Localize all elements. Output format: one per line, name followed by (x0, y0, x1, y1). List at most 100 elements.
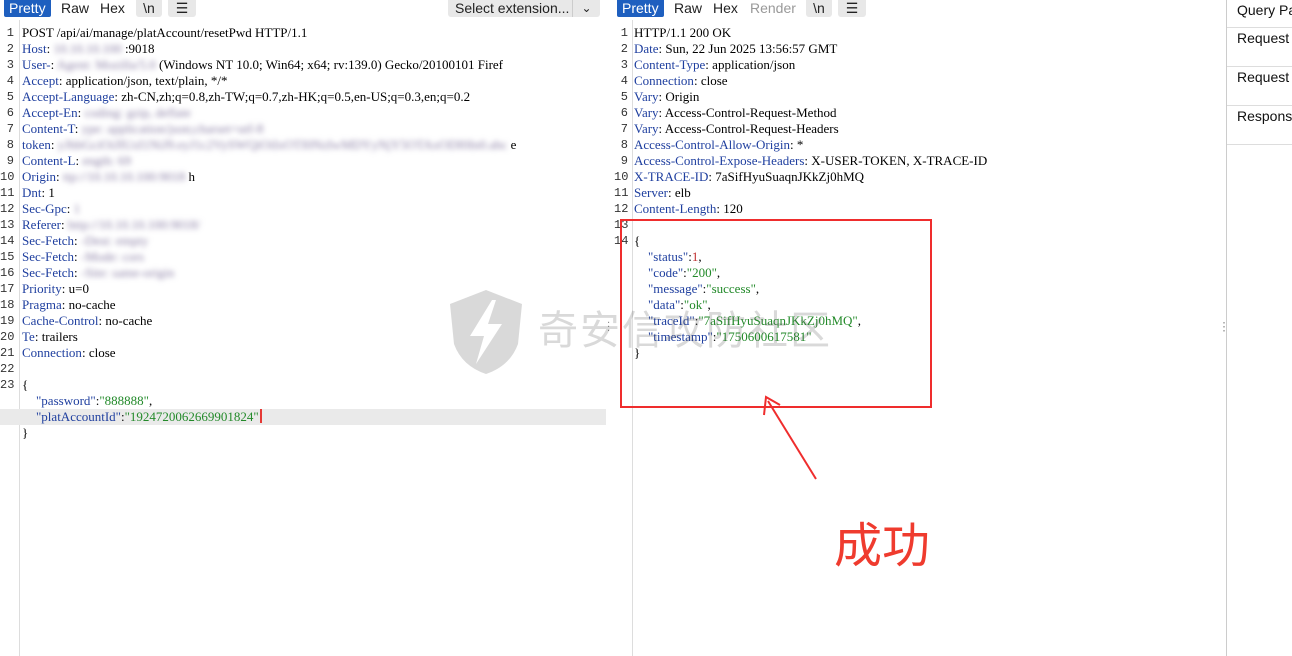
header-value: application/json (712, 57, 796, 72)
line-content: Te: trailers (22, 329, 78, 344)
code-line: 11 Server: elb (614, 185, 1220, 201)
request-tab-hex[interactable]: Hex (95, 0, 130, 17)
line-content: Sec-Fetch: -Mode: cors (22, 249, 145, 264)
request-newline-toggle[interactable]: \n (136, 0, 162, 17)
header-name: Referer (22, 217, 61, 232)
code-line: 16 Sec-Fetch: -Site: same-origin (0, 265, 606, 281)
header-name: Connection (22, 345, 82, 360)
header-name: Content-T (22, 121, 75, 136)
response-tab-raw[interactable]: Raw (669, 0, 707, 17)
header-name: Content-Length (634, 201, 717, 216)
code-line: 9 Content-L: ength: 69 (0, 153, 606, 169)
code-line: 21 Connection: close (0, 345, 606, 361)
request-toolbar: Pretty Raw Hex \n ☰ Select extension... … (0, 0, 606, 18)
line-number: 12 (614, 202, 629, 216)
header-name: Access-Control-Allow-Origin (634, 137, 790, 152)
header-name: Content-L (22, 153, 76, 168)
line-number: 5 (620, 90, 628, 104)
header-value: Access-Control-Request-Headers (664, 121, 839, 136)
header-value: elb (674, 185, 691, 200)
header-name: Sec-Fetch (22, 265, 74, 280)
response-toolbar: Pretty Raw Hex Render \n ☰ (614, 0, 1220, 18)
line-number: 7 (620, 122, 628, 136)
request-pane: Pretty Raw Hex \n ☰ Select extension... … (0, 0, 606, 656)
code-line: 19 Cache-Control: no-cache (0, 313, 606, 329)
line-content: Pragma: no-cache (22, 297, 116, 312)
response-tab-pretty[interactable]: Pretty (617, 0, 664, 17)
header-name: X-TRACE-ID (634, 169, 709, 184)
line-content: Sec-Gpc: 1 (22, 201, 81, 216)
line-content: Access-Control-Allow-Origin: * (634, 137, 804, 152)
request-menu-button[interactable]: ☰ (168, 0, 196, 17)
header-name: Vary (634, 121, 659, 136)
json-close-brace: } (22, 425, 29, 440)
header-value: 7aSifHyuSuaqnJKkZj0hMQ (715, 169, 865, 184)
line-number: 10 (614, 170, 629, 184)
request-editor[interactable]: 1 POST /api/ai/manage/platAccount/resetPw… (0, 25, 606, 441)
response-newline-toggle[interactable]: \n (806, 0, 832, 17)
code-line: 7 Content-T: ype: application/json;charse… (0, 121, 606, 137)
line-content: Connection: close (634, 73, 728, 88)
select-extension-dropdown[interactable]: Select extension... ⌄ (448, 0, 600, 17)
line-number: 13 (0, 218, 15, 232)
header-value: close (700, 73, 728, 88)
redacted-value: ength: 69 (82, 153, 132, 168)
header-name: Origin (22, 169, 56, 184)
line-number: 9 (620, 154, 628, 168)
header-name: Vary (634, 105, 659, 120)
header-name: Content-Type (634, 57, 706, 72)
redacted-value: -Site: same-origin (80, 265, 175, 280)
line-number: 19 (0, 314, 15, 328)
line-content: User-: Agent: Mozilla/5.0 (Windows NT 10… (22, 57, 503, 72)
header-name: Vary (634, 89, 659, 104)
request-tab-raw[interactable]: Raw (56, 0, 94, 17)
line-number: 14 (0, 234, 15, 248)
inspector-response-headers[interactable]: Response (1227, 106, 1292, 145)
response-menu-button[interactable]: ☰ (838, 0, 866, 17)
json-value-password: "888888" (99, 393, 149, 408)
line-number: 2 (620, 42, 628, 56)
code-line: 9 Access-Control-Expose-Headers: X-USER-T… (614, 153, 1220, 169)
inspector-query-params[interactable]: Query Pa (1227, 0, 1292, 28)
header-name: Server (634, 185, 668, 200)
code-line: 18 Pragma: no-cache (0, 297, 606, 313)
code-line: 2 Host: 10.10.10.100 :9018 (0, 41, 606, 57)
line-number: 9 (6, 154, 14, 168)
inspector-request-cookies[interactable]: Request C (1227, 28, 1292, 67)
code-line: 1 POST /api/ai/manage/platAccount/resetPw… (0, 25, 606, 41)
code-line: 10 X-TRACE-ID: 7aSifHyuSuaqnJKkZj0hMQ (614, 169, 1220, 185)
code-line: 4 Accept: application/json, text/plain, *… (0, 73, 606, 89)
header-value: application/json, text/plain, */* (65, 73, 228, 88)
hamburger-menu-icon: ☰ (845, 0, 859, 16)
line-number: 18 (0, 298, 15, 312)
line-content: HTTP/1.1 200 OK (634, 25, 732, 40)
line-number: 8 (620, 138, 628, 152)
line-content: token: yJhbGciOiJIUzI1NiJ9.eyJ1c2VySWQiO… (22, 137, 517, 152)
line-content: Accept-Language: zh-CN,zh;q=0.8,zh-TW;q=… (22, 89, 471, 104)
line-number: 3 (6, 58, 14, 72)
json-field: "platAccountId":"1924720062669901824" (0, 409, 606, 425)
pane-splitter[interactable]: · · · (606, 0, 614, 656)
request-tab-pretty[interactable]: Pretty (4, 0, 51, 17)
line-number: 11 (614, 186, 629, 200)
inspector-request-headers[interactable]: Request H (1227, 67, 1292, 106)
code-line: 8 token: yJhbGciOiJIUzI1NiJ9.eyJ1c2VySWQi… (0, 137, 606, 153)
header-value: Sun, 22 Jun 2025 13:56:57 GMT (665, 41, 838, 56)
line-content: Accept-En: coding: gzip, deflate (22, 105, 191, 120)
response-tab-render[interactable]: Render (745, 0, 801, 17)
line-content: "password":"888888", (36, 393, 153, 408)
line-content: Content-Length: 120 (634, 201, 743, 216)
line-content: Server: elb (634, 185, 691, 200)
code-line: 2 Date: Sun, 22 Jun 2025 13:56:57 GMT (614, 41, 1220, 57)
header-value: e (510, 137, 517, 152)
line-content: Cache-Control: no-cache (22, 313, 153, 328)
text-caret (259, 409, 262, 423)
line-content: Connection: close (22, 345, 116, 360)
header-name: Accept-En (22, 105, 78, 120)
line-content: Vary: Access-Control-Request-Method (634, 105, 837, 120)
line-number: 23 (0, 378, 15, 392)
code-line: 3 Content-Type: application/json (614, 57, 1220, 73)
response-tab-hex[interactable]: Hex (708, 0, 743, 17)
header-name: Sec-Fetch (22, 233, 74, 248)
header-name: Sec-Gpc (22, 201, 67, 216)
